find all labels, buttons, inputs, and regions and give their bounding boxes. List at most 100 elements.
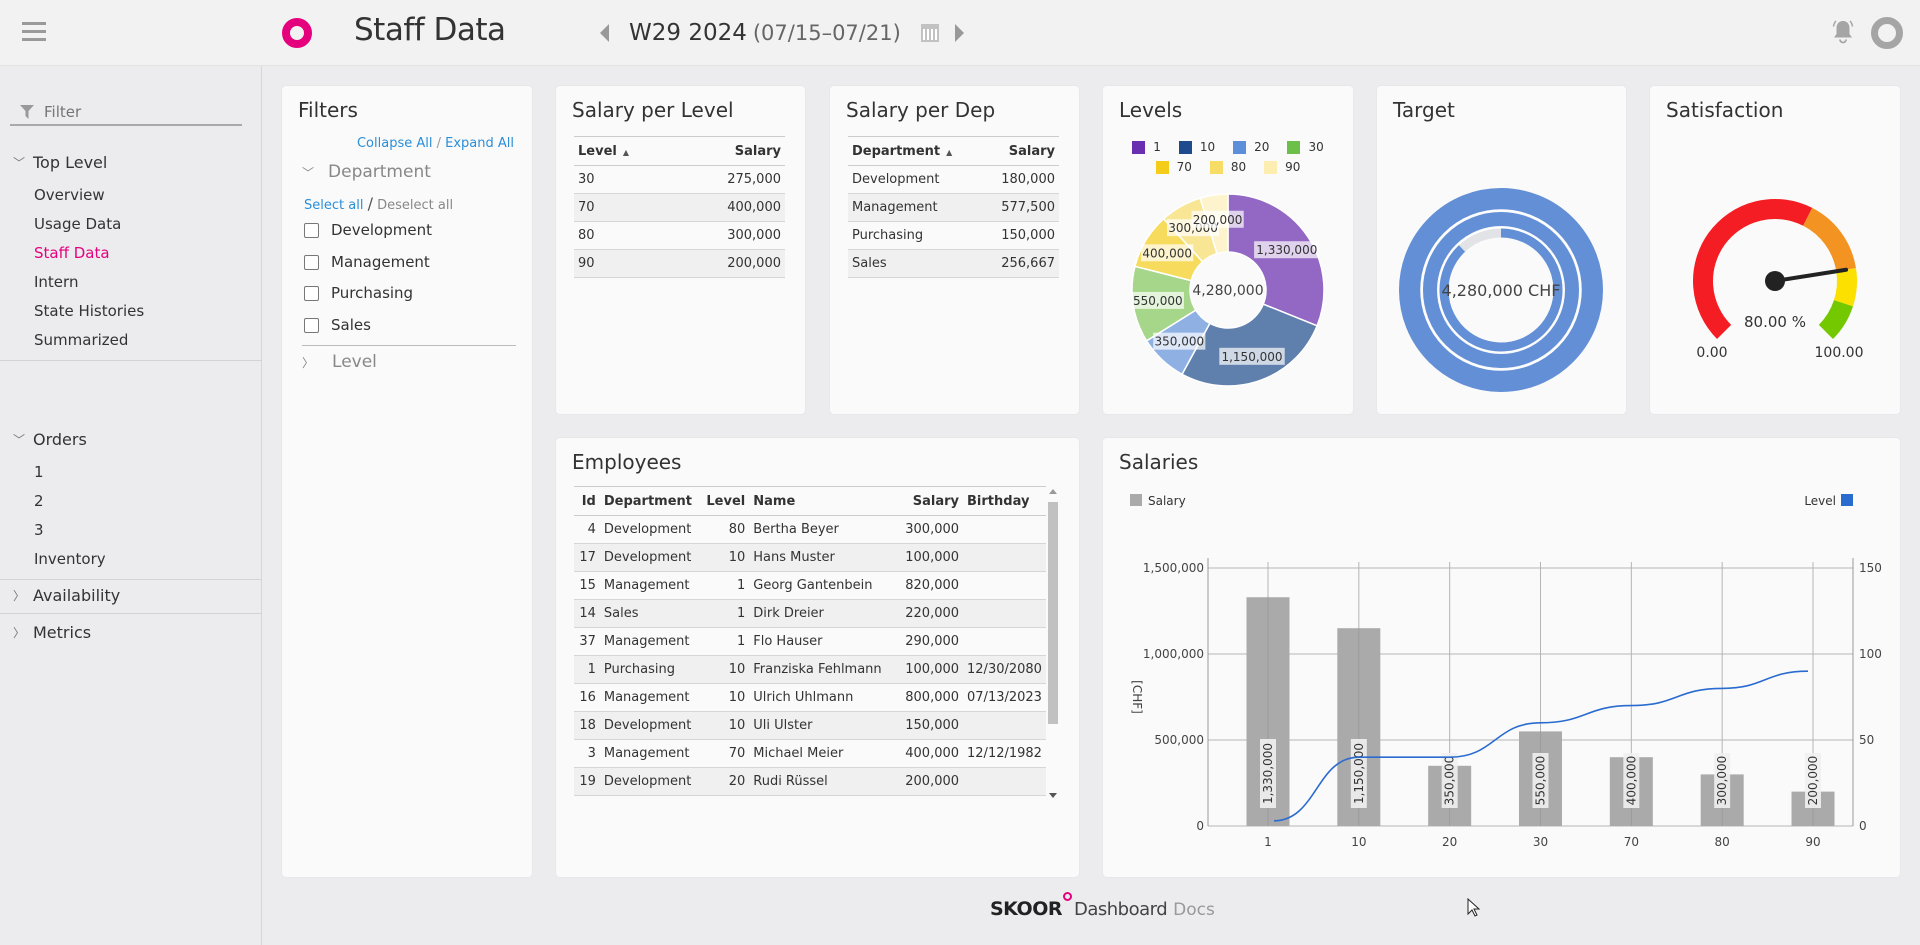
level-filter-header[interactable]: 〉 Level — [302, 352, 377, 372]
previous-week-icon[interactable] — [600, 24, 609, 42]
column-header-salary[interactable]: Salary — [677, 136, 785, 166]
table-row[interactable]: 37 Management 1 Flo Hauser 290,000 — [574, 627, 1046, 656]
table-row[interactable]: 3 Management 70 Michael Meier 400,000 12/12/1… — [574, 739, 1046, 768]
sidebar-item-orders-3[interactable]: 3 — [0, 515, 262, 544]
column-header-level[interactable]: Level ▲ — [574, 136, 678, 166]
sidebar-item-orders-2[interactable]: 2 — [0, 486, 262, 515]
table-row[interactable]: Management 577,500 — [848, 193, 1059, 222]
nav-group-header[interactable]: ﹀ Orders — [0, 421, 262, 457]
employees-table-viewport: Id Department Level Name Salary Birthday 4 Dev… — [574, 486, 1060, 802]
table-row[interactable]: 19 Development 20 Rudi Rüssel 200,000 — [574, 767, 1046, 796]
sidebar-item-usage-data[interactable]: Usage Data — [0, 209, 262, 238]
cell-salary: 180,000 — [982, 165, 1059, 194]
nav-group-header[interactable]: ﹀ Top Level — [0, 144, 262, 180]
table-row[interactable]: Purchasing 150,000 — [848, 221, 1059, 250]
menu-icon[interactable] — [22, 22, 46, 42]
gauge-min-label: 0.00 — [1696, 345, 1727, 361]
brand-logo-icon — [282, 18, 312, 48]
scroll-up-icon[interactable] — [1049, 489, 1057, 494]
table-row[interactable]: Development 180,000 — [848, 165, 1059, 194]
filter-option-management[interactable]: Management — [304, 251, 430, 273]
deselect-all-link[interactable]: Deselect all — [377, 198, 453, 213]
table-row[interactable]: 4 Development 80 Bertha Beyer 300,000 — [574, 515, 1046, 544]
legend-item[interactable]: 1 — [1132, 140, 1161, 154]
filter-option-purchasing[interactable]: Purchasing — [304, 282, 413, 304]
user-avatar-icon[interactable] — [1871, 17, 1903, 49]
employees-scrollbar[interactable] — [1046, 486, 1060, 802]
table-row[interactable]: 90 200,000 — [574, 249, 785, 278]
sidebar-item-intern[interactable]: Intern — [0, 267, 262, 296]
sidebar-filter-input[interactable] — [44, 103, 224, 121]
chevron-down-icon: ﹀ — [12, 155, 25, 170]
scroll-down-icon[interactable] — [1049, 793, 1057, 798]
legend-item[interactable]: 70 — [1155, 160, 1192, 174]
table-row[interactable]: 15 Management 1 Georg Gantenbein 820,000 — [574, 571, 1046, 600]
table-row[interactable]: 70 400,000 — [574, 193, 785, 222]
filter-option-development[interactable]: Development — [304, 219, 432, 241]
sidebar-item-summarized[interactable]: Summarized — [0, 325, 262, 354]
salary-per-level-card: Salary per Level Level ▲ Salary 30 275,000… — [556, 86, 805, 414]
data-label: 200,000 — [1193, 213, 1243, 227]
nav-group-header[interactable]: 〉 Metrics — [0, 614, 262, 650]
legend-label-level: Level — [1804, 494, 1836, 508]
sidebar-item-inventory[interactable]: Inventory — [0, 544, 262, 573]
column-header-id[interactable]: Id — [574, 486, 600, 516]
checkbox[interactable] — [304, 317, 319, 333]
cell-id: 17 — [574, 543, 600, 572]
nav-group-header[interactable]: 〉 Availability — [0, 577, 262, 613]
table-row[interactable]: 5Purchasing20Hans Hinterhuber200,000 — [574, 795, 1046, 802]
table-row[interactable]: 17 Development 10 Hans Muster 100,000 — [574, 543, 1046, 572]
legend-item[interactable]: 30 — [1287, 140, 1324, 154]
checkbox[interactable] — [304, 254, 319, 270]
table-row[interactable]: 30 275,000 — [574, 165, 785, 194]
card-title: Filters — [298, 98, 358, 122]
notification-bell-icon[interactable] — [1830, 18, 1856, 46]
y-axis-label: [CHF] — [1130, 680, 1144, 714]
legend-item[interactable]: 20 — [1233, 140, 1269, 154]
legend-item[interactable]: 10 — [1178, 140, 1215, 154]
sidebar-item-orders-1[interactable]: 1 — [0, 457, 262, 486]
legend-item[interactable]: 80 — [1209, 160, 1246, 174]
checkbox[interactable] — [304, 285, 319, 301]
gauge-pivot — [1765, 271, 1785, 291]
table-row[interactable]: 16 Management 10 Ulrich Uhlmann 800,000 07/13… — [574, 683, 1046, 712]
x-tick-label: 30 — [1533, 835, 1548, 849]
filter-option-sales[interactable]: Sales — [304, 314, 371, 336]
gauge-needle — [1773, 267, 1849, 283]
column-header-birthday[interactable]: Birthday — [963, 486, 1046, 516]
column-header-department[interactable]: Department — [599, 486, 700, 516]
target-value-label: 4,280,000 CHF — [1442, 281, 1561, 300]
table-row[interactable]: 14 Sales 1 Dirk Dreier 220,000 — [574, 599, 1046, 628]
cell-level: 10 — [699, 683, 750, 712]
sidebar-item-staff-data[interactable]: Staff Data — [0, 238, 262, 267]
cell-salary: 275,000 — [677, 165, 785, 194]
column-header-name[interactable]: Name — [749, 486, 894, 516]
select-all-link[interactable]: Select all — [304, 198, 363, 213]
y2-tick-label: 50 — [1859, 733, 1874, 747]
table-row[interactable]: Sales 256,667 — [848, 249, 1059, 278]
scrollbar-thumb[interactable] — [1048, 502, 1058, 724]
docs-link[interactable]: Docs — [1173, 900, 1215, 920]
table-row[interactable]: 1 Purchasing 10 Franziska Fehlmann 100,000 12… — [574, 655, 1046, 684]
bar-value-label: 550,000 — [1534, 756, 1548, 806]
cell-id: 14 — [574, 599, 600, 628]
sort-ascending-icon: ▲ — [622, 147, 630, 157]
sidebar-item-overview[interactable]: Overview — [0, 180, 262, 209]
column-header-salary[interactable]: Salary — [982, 136, 1059, 166]
checkbox[interactable] — [304, 222, 319, 238]
chevron-right-icon: 〉 — [302, 355, 315, 370]
column-header-department[interactable]: Department ▲ — [848, 136, 983, 166]
expand-all-link[interactable]: Expand All — [445, 136, 514, 151]
sidebar-item-state-histories[interactable]: State Histories — [0, 296, 262, 325]
cell-salary: 800,000 — [893, 683, 964, 712]
department-filter-header[interactable]: ﹀ Department — [302, 162, 431, 182]
cell-key: Purchasing — [848, 221, 983, 250]
column-header-salary[interactable]: Salary — [893, 486, 964, 516]
calendar-icon[interactable] — [920, 24, 939, 42]
table-row[interactable]: 18 Development 10 Uli Ulster 150,000 — [574, 711, 1046, 740]
table-row[interactable]: 80 300,000 — [574, 221, 785, 250]
collapse-all-link[interactable]: Collapse All — [357, 136, 433, 151]
legend-item[interactable]: 90 — [1264, 160, 1300, 174]
next-week-icon[interactable] — [954, 24, 964, 42]
column-header-level[interactable]: Level — [699, 486, 750, 516]
